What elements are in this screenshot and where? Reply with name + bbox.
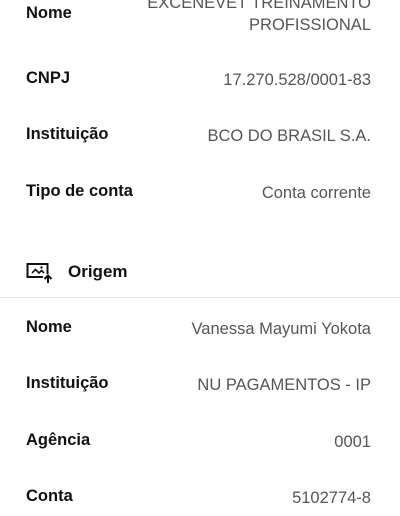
origem-conta-label: Conta (26, 487, 73, 505)
origem-nome-row: Nome Vanessa Mayumi Yokota (26, 318, 371, 340)
upload-screen-icon (26, 260, 54, 284)
origem-instituicao-row: Instituição NU PAGAMENTOS - IP (26, 374, 371, 396)
destino-tipo-conta-row: Tipo de conta Conta corrente (26, 182, 371, 204)
destino-tipo-conta-label: Tipo de conta (26, 182, 133, 200)
destino-nome-line2: PROFISSIONAL (249, 16, 371, 34)
destino-instituicao-value: BCO DO BRASIL S.A. (207, 127, 371, 145)
destino-cnpj-value: 17.270.528/0001-83 (223, 71, 371, 89)
origem-agencia-row: Agência 0001 (26, 431, 371, 453)
origem-section-header: Origem (26, 260, 128, 284)
destino-cnpj-row: CNPJ 17.270.528/0001-83 (26, 69, 371, 91)
origem-conta-row: Conta 5102774-8 (26, 487, 371, 509)
origem-instituicao-value: NU PAGAMENTOS - IP (197, 376, 371, 394)
destino-cnpj-label: CNPJ (26, 69, 71, 87)
origem-section-title: Origem (68, 262, 128, 281)
destino-instituicao-label: Instituição (26, 125, 109, 143)
destino-nome-label: Nome (26, 4, 72, 22)
destino-instituicao-row: Instituição BCO DO BRASIL S.A. (26, 125, 371, 147)
destino-nome-line1: EXCENEVET TREINAMENTO (147, 0, 371, 12)
destino-tipo-conta-value: Conta corrente (261, 184, 371, 202)
destino-nome-row: Nome EXCENEVET TREINAMENTO PROFISSIONAL (26, 0, 371, 36)
origem-instituicao-label: Instituição (26, 374, 109, 392)
section-divider (0, 297, 400, 298)
origem-agencia-label: Agência (26, 431, 91, 449)
origem-nome-value: Vanessa Mayumi Yokota (191, 320, 371, 338)
origem-agencia-value: 0001 (334, 433, 371, 451)
destino-nome-value: EXCENEVET TREINAMENTO PROFISSIONAL (147, 0, 371, 36)
origem-nome-label: Nome (26, 318, 72, 336)
origem-conta-value: 5102774-8 (292, 489, 371, 507)
